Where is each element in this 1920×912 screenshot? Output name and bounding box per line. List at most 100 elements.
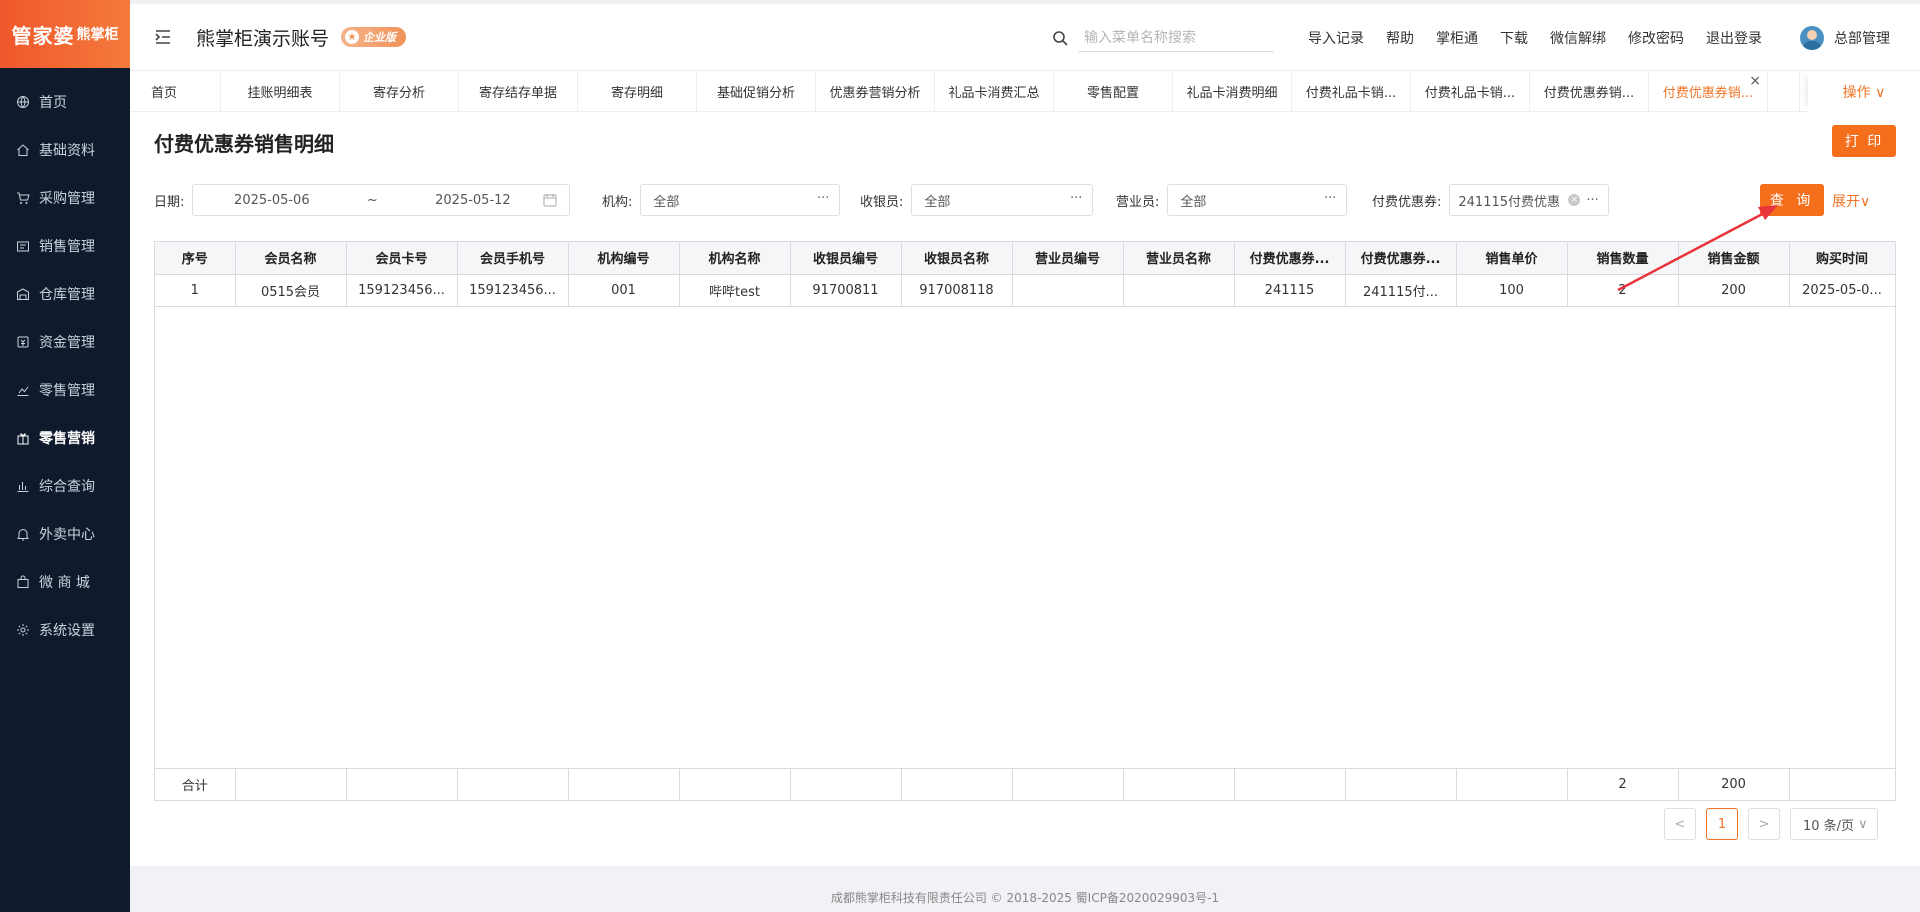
table-cell: 2	[1567, 274, 1679, 307]
column-header-11[interactable]: 付费优惠券...	[1345, 242, 1457, 275]
column-header-5[interactable]: 机构名称	[679, 242, 791, 275]
tab-11[interactable]: 付费礼品卡销...	[1411, 71, 1530, 112]
tab-3[interactable]: 寄存结存单据	[459, 71, 578, 112]
table-row[interactable]: 1 0515会员 159123456... 159123456... 001 哔哔test…	[155, 274, 1896, 307]
column-header-14[interactable]: 销售金额	[1678, 242, 1790, 275]
prev-page-button[interactable]: <	[1664, 808, 1696, 840]
column-header-12[interactable]: 销售单价	[1456, 242, 1568, 275]
print-button[interactable]: 打 印	[1832, 125, 1896, 157]
tab-2[interactable]: 寄存分析	[340, 71, 459, 112]
sidebar-item-label: 资金管理	[39, 335, 95, 351]
column-header-1[interactable]: 会员名称	[235, 242, 347, 275]
avatar[interactable]	[1800, 26, 1824, 50]
summary-cell	[235, 768, 347, 800]
header-link-5[interactable]: 修改密码	[1628, 28, 1684, 48]
column-header-15[interactable]: 购买时间	[1789, 242, 1896, 275]
tab-9[interactable]: 礼品卡消费明细	[1173, 71, 1292, 112]
clear-icon[interactable]: ×	[1568, 194, 1581, 206]
sidebar-item-6[interactable]: 零售管理	[0, 366, 130, 414]
calendar-icon	[543, 194, 557, 207]
column-header-13[interactable]: 销售数量	[1567, 242, 1679, 275]
menu-search-input[interactable]	[1078, 24, 1274, 52]
close-icon[interactable]: ×	[1749, 73, 1761, 89]
date-start[interactable]: 2025-05-06	[234, 193, 310, 208]
tab-13[interactable]: 付费优惠券销... ×	[1649, 71, 1768, 112]
sidebar-item-1[interactable]: 基础资料	[0, 126, 130, 174]
org-value: 全部	[653, 194, 680, 210]
sidebar-item-label: 基础资料	[39, 143, 95, 159]
tab-0[interactable]: 首页	[130, 71, 221, 112]
header-link-2[interactable]: 掌柜通	[1436, 28, 1478, 48]
column-header-0[interactable]: 序号	[155, 242, 236, 275]
sidebar-item-11[interactable]: 系统设置	[0, 606, 130, 654]
sidebar-item-label: 外卖中心	[39, 527, 95, 543]
user-menu[interactable]: 总部管理	[1800, 26, 1890, 50]
cashier-label: 收银员:	[860, 194, 904, 210]
summary-row: 合计 2 200	[155, 768, 1896, 800]
sidebar-item-0[interactable]: 首页	[0, 78, 130, 126]
tab-label: 首页	[151, 86, 178, 101]
header-link-1[interactable]: 帮助	[1386, 28, 1414, 48]
tab-12[interactable]: 付费优惠券销...	[1530, 71, 1649, 112]
tab-10[interactable]: 付费礼品卡销...	[1292, 71, 1411, 112]
sidebar-item-2[interactable]: 采购管理	[0, 174, 130, 222]
chevron-down-icon: ∨	[1858, 816, 1868, 832]
page-1-button[interactable]: 1	[1706, 808, 1738, 840]
brand-logo[interactable]: 管家婆 熊掌柜	[0, 0, 130, 68]
tab-label: 付费礼品卡销...	[1424, 86, 1516, 101]
tab-1[interactable]: 挂账明细表	[221, 71, 340, 112]
sidebar-item-7[interactable]: 零售营销	[0, 414, 130, 462]
coupon-label: 付费优惠券:	[1372, 194, 1442, 210]
sidebar-item-3[interactable]: 销售管理	[0, 222, 130, 270]
bell-icon	[16, 527, 30, 541]
next-page-button[interactable]: >	[1748, 808, 1780, 840]
coupon-select[interactable]: 241115付费优惠 × ···	[1449, 184, 1610, 216]
column-header-2[interactable]: 会员卡号	[346, 242, 458, 275]
column-header-8[interactable]: 营业员编号	[1012, 242, 1124, 275]
more-icon[interactable]: ···	[1070, 191, 1082, 206]
sidebar-item-9[interactable]: 外卖中心	[0, 510, 130, 558]
column-header-4[interactable]: 机构编号	[568, 242, 680, 275]
column-header-10[interactable]: 付费优惠券...	[1234, 242, 1346, 275]
tab-7[interactable]: 礼品卡消费汇总	[935, 71, 1054, 112]
more-icon[interactable]: ···	[1586, 193, 1598, 208]
org-select[interactable]: 全部 ···	[640, 184, 841, 216]
search-icon[interactable]	[1052, 30, 1068, 46]
date-end[interactable]: 2025-05-12	[435, 193, 511, 208]
header-link-0[interactable]: 导入记录	[1308, 28, 1364, 48]
header-links: 导入记录 帮助 掌柜通 下载 微信解绑 修改密码 退出登录	[1308, 28, 1784, 48]
tab-8[interactable]: 零售配置	[1054, 71, 1173, 112]
summary-cell	[346, 768, 458, 800]
account-name: 熊掌柜演示账号	[196, 27, 330, 50]
column-header-7[interactable]: 收银员名称	[901, 242, 1013, 275]
summary-cell	[1012, 768, 1124, 800]
logo-sub-text: 熊掌柜	[76, 27, 119, 43]
query-button[interactable]: 查 询	[1760, 184, 1824, 216]
header-link-3[interactable]: 下载	[1500, 28, 1528, 48]
tab-operations-button[interactable]: 操作 ∨	[1808, 71, 1920, 112]
column-header-6[interactable]: 收银员编号	[790, 242, 902, 275]
expand-filters-link[interactable]: 展开∨	[1832, 191, 1870, 211]
tab-4[interactable]: 寄存明细	[578, 71, 697, 112]
column-header-9[interactable]: 营业员名称	[1123, 242, 1235, 275]
sidebar-item-label: 零售营销	[39, 431, 95, 447]
date-range-picker[interactable]: 2025-05-06 ~ 2025-05-12	[192, 184, 571, 216]
page-size-select[interactable]: 10 条/页 ∨	[1790, 808, 1878, 840]
clerk-select[interactable]: 全部 ···	[1167, 184, 1348, 216]
clerk-label: 营业员:	[1116, 194, 1160, 210]
cashier-select[interactable]: 全部 ···	[911, 184, 1094, 216]
column-header-3[interactable]: 会员手机号	[457, 242, 569, 275]
tab-5[interactable]: 基础促销分析	[697, 71, 816, 112]
table-cell: 91700811	[790, 274, 902, 307]
bar-chart-icon	[16, 479, 30, 493]
header-link-4[interactable]: 微信解绑	[1550, 28, 1606, 48]
more-icon[interactable]: ···	[1324, 191, 1336, 206]
sidebar-item-8[interactable]: 综合查询	[0, 462, 130, 510]
menu-toggle-icon[interactable]	[154, 28, 172, 46]
more-icon[interactable]: ···	[817, 191, 829, 206]
header-link-6[interactable]: 退出登录	[1706, 28, 1762, 48]
sidebar-item-10[interactable]: 微 商 城	[0, 558, 130, 606]
sidebar-item-4[interactable]: 仓库管理	[0, 270, 130, 318]
sidebar-item-5[interactable]: 资金管理	[0, 318, 130, 366]
tab-6[interactable]: 优惠券营销分析	[816, 71, 935, 112]
